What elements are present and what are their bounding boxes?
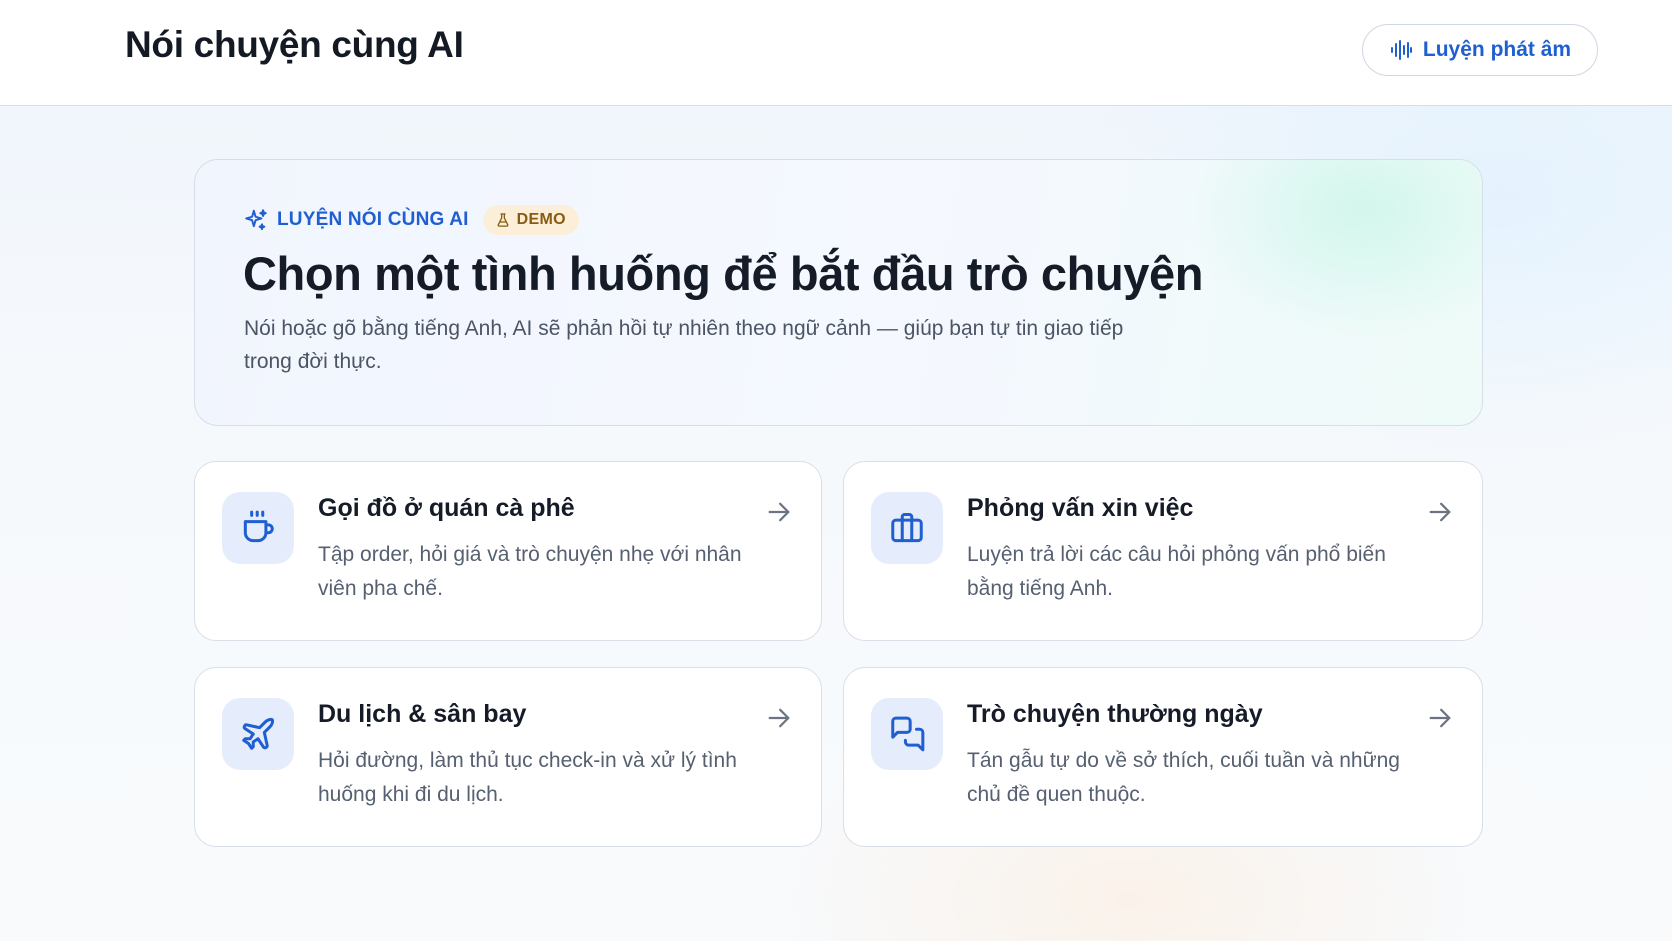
card-title: Gọi đồ ở quán cà phê <box>318 494 575 522</box>
sparkles-icon <box>245 209 267 231</box>
arrow-right-icon <box>768 708 790 728</box>
card-icon-tile <box>222 492 294 564</box>
scenario-card-travel-airport[interactable]: Du lịch & sân bay Hỏi đường, làm thủ tục… <box>194 667 822 847</box>
card-icon-tile <box>222 698 294 770</box>
scenario-card-job-interview[interactable]: Phỏng vấn xin việc Luyện trả lời các câu… <box>843 461 1483 641</box>
eyebrow-label: LUYỆN NÓI CÙNG AI <box>243 207 469 233</box>
hero-title: Chọn một tình huống để bắt đầu trò chuyệ… <box>243 247 1204 300</box>
card-description: Tập order, hỏi giá và trò chuyện nhẹ với… <box>318 543 742 600</box>
card-description: Hỏi đường, làm thủ tục check-in và xử lý… <box>318 749 737 806</box>
demo-badge: DEMO <box>482 205 579 235</box>
audio-waveform-icon <box>1390 40 1412 60</box>
scenario-card-daily-chat[interactable]: Trò chuyện thường ngày Tán gẫu tự do về … <box>843 667 1483 847</box>
app-title: Nói chuyện cùng AI <box>125 24 464 65</box>
airplane-icon <box>242 717 275 750</box>
demo-badge-label: DEMO <box>516 211 566 228</box>
card-description: Luyện trả lời các câu hỏi phỏng vấn phổ … <box>967 543 1386 600</box>
card-description: Tán gẫu tự do về sở thích, cuối tuần và … <box>967 749 1400 806</box>
card-icon-tile <box>871 698 943 770</box>
top-bar: Nói chuyện cùng AI Luyện phát âm <box>0 0 1672 106</box>
briefcase-icon <box>891 513 923 543</box>
coffee-cup-icon <box>243 510 274 543</box>
hero-panel: LUYỆN NÓI CÙNG AI DEMO Chọn một tình huố… <box>194 159 1483 426</box>
arrow-right-icon <box>1429 502 1451 522</box>
hero-glow <box>1182 160 1482 340</box>
hero-subtitle: Nói hoặc gõ bằng tiếng Anh, AI sẽ phản h… <box>244 317 1124 373</box>
card-icon-tile <box>871 492 943 564</box>
card-title: Phỏng vấn xin việc <box>967 494 1194 522</box>
chat-bubbles-icon <box>891 716 925 752</box>
scenario-card-coffee-shop[interactable]: Gọi đồ ở quán cà phê Tập order, hỏi giá … <box>194 461 822 641</box>
arrow-right-icon <box>1429 708 1451 728</box>
pronunciation-button-label: Luyện phát âm <box>1422 38 1572 61</box>
card-title: Du lịch & sân bay <box>318 700 527 728</box>
hero-eyebrow: LUYỆN NÓI CÙNG AI DEMO <box>243 205 579 235</box>
pronunciation-practice-button[interactable]: Luyện phát âm <box>1362 24 1598 76</box>
arrow-right-icon <box>768 502 790 522</box>
eyebrow-text: LUYỆN NÓI CÙNG AI <box>277 209 469 230</box>
flask-icon <box>497 213 509 227</box>
card-title: Trò chuyện thường ngày <box>967 700 1263 728</box>
